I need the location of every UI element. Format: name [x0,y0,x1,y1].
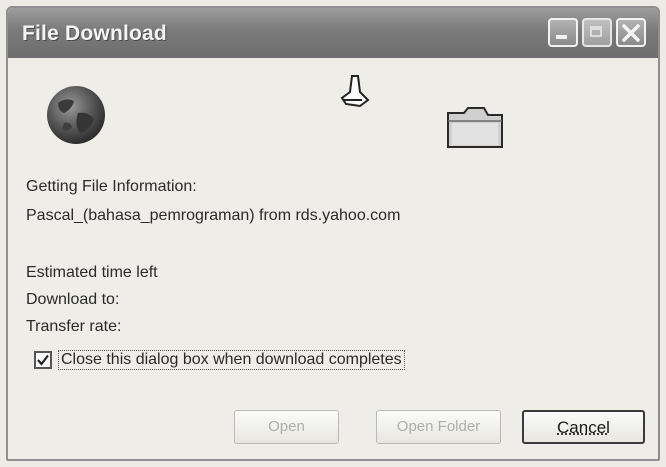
download-source-text: Pascal_(bahasa_pemrograman) from rds.yah… [26,207,401,224]
flying-paper-icon [340,75,370,108]
maximize-button[interactable] [582,18,612,47]
open-button[interactable]: Open [234,410,339,444]
folder-icon [447,107,503,148]
transfer-rate-label: Transfer rate: [26,318,122,335]
file-download-dialog: File Download Getting File Information: … [6,6,660,461]
close-button[interactable] [616,18,646,47]
cancel-button[interactable]: Cancel [522,410,645,444]
minimize-button[interactable] [548,18,578,47]
minimize-icon [556,35,567,39]
window-title: File Download [22,22,167,45]
download-to-label: Download to: [26,291,120,308]
title-bar[interactable]: File Download [8,8,658,58]
close-icon [622,24,640,42]
close-on-complete-label[interactable]: Close this dialog box when download comp… [58,350,405,370]
cancel-button-label: Cancel [557,418,610,437]
close-on-complete-checkbox[interactable] [34,351,52,369]
getting-info-label: Getting File Information: [26,178,197,195]
globe-icon [47,86,105,144]
estimated-time-label: Estimated time left [26,264,158,281]
checkmark-icon [37,354,49,366]
open-folder-button[interactable]: Open Folder [376,410,501,444]
maximize-icon [590,26,602,37]
